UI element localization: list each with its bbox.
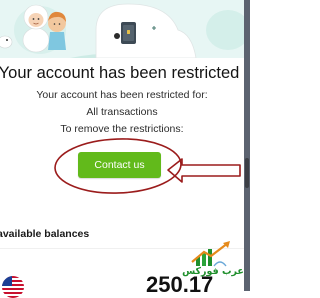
page-title: Your account has been restricted	[0, 64, 240, 82]
available-balances-heading: available balances	[0, 228, 90, 240]
scrollbar[interactable]	[244, 0, 250, 291]
balance-amount: 250.17	[146, 272, 214, 297]
restriction-scope: All transactions	[86, 106, 158, 118]
us-flag-icon	[2, 276, 24, 298]
contact-us-button[interactable]: Contact us	[78, 152, 161, 178]
hero-illustration	[0, 0, 250, 58]
arrow-icon	[167, 158, 241, 183]
characters-with-door-icon	[0, 3, 250, 58]
restriction-instructions: To remove the restrictions:	[60, 123, 184, 135]
restriction-description: Your account has been restricted for:	[36, 89, 208, 101]
